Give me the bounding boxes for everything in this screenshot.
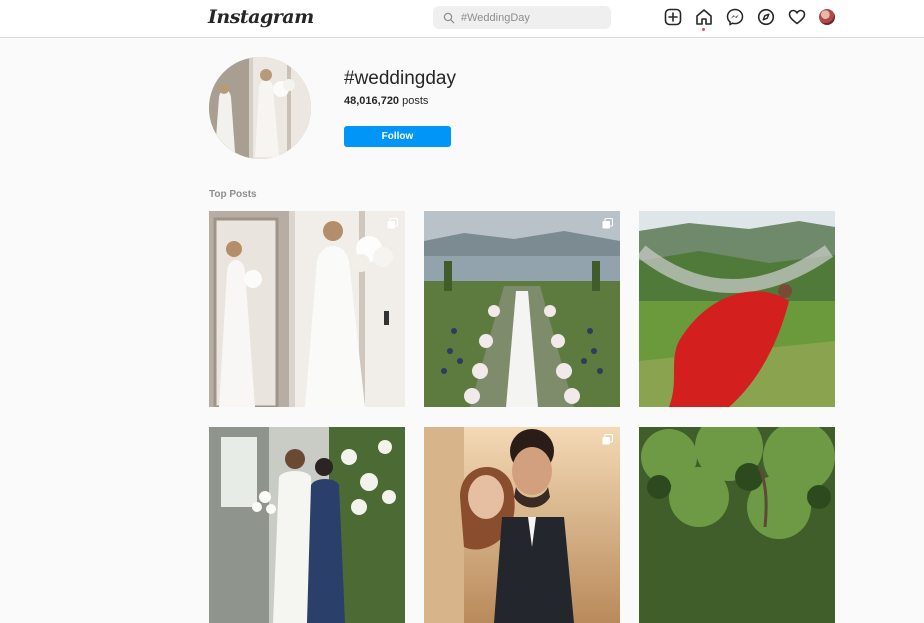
post-tile-2[interactable] <box>424 211 620 407</box>
posts-count-number: 48,016,720 <box>344 95 400 107</box>
post-tile-1[interactable] <box>209 211 405 407</box>
carousel-icon <box>602 218 613 229</box>
carousel-icon <box>602 434 613 445</box>
profile-avatar[interactable] <box>819 9 835 25</box>
posts-count-label: posts <box>402 95 429 107</box>
hashtag-title: #weddingday <box>344 68 456 89</box>
post-tile-5[interactable] <box>424 427 620 623</box>
posts-count: 48,016,720 posts <box>344 95 428 107</box>
hashtag-avatar <box>209 57 311 159</box>
explore-icon[interactable] <box>757 8 775 26</box>
new-post-icon[interactable] <box>664 8 682 26</box>
home-icon[interactable] <box>695 8 713 26</box>
post-tile-6[interactable] <box>639 427 835 623</box>
instagram-logo[interactable]: Instagram <box>208 6 314 28</box>
post-tile-3[interactable] <box>639 211 835 407</box>
top-posts-heading: Top Posts <box>209 189 257 200</box>
home-notification-dot <box>702 28 705 31</box>
activity-heart-icon[interactable] <box>788 8 806 26</box>
post-tile-4[interactable] <box>209 427 405 623</box>
top-navigation-bar: Instagram <box>0 0 924 38</box>
search-box[interactable] <box>433 6 611 29</box>
search-icon <box>443 12 455 23</box>
follow-button[interactable]: Follow <box>344 126 451 147</box>
search-input[interactable] <box>461 11 601 24</box>
carousel-icon <box>387 218 398 229</box>
messenger-icon[interactable] <box>726 8 744 26</box>
